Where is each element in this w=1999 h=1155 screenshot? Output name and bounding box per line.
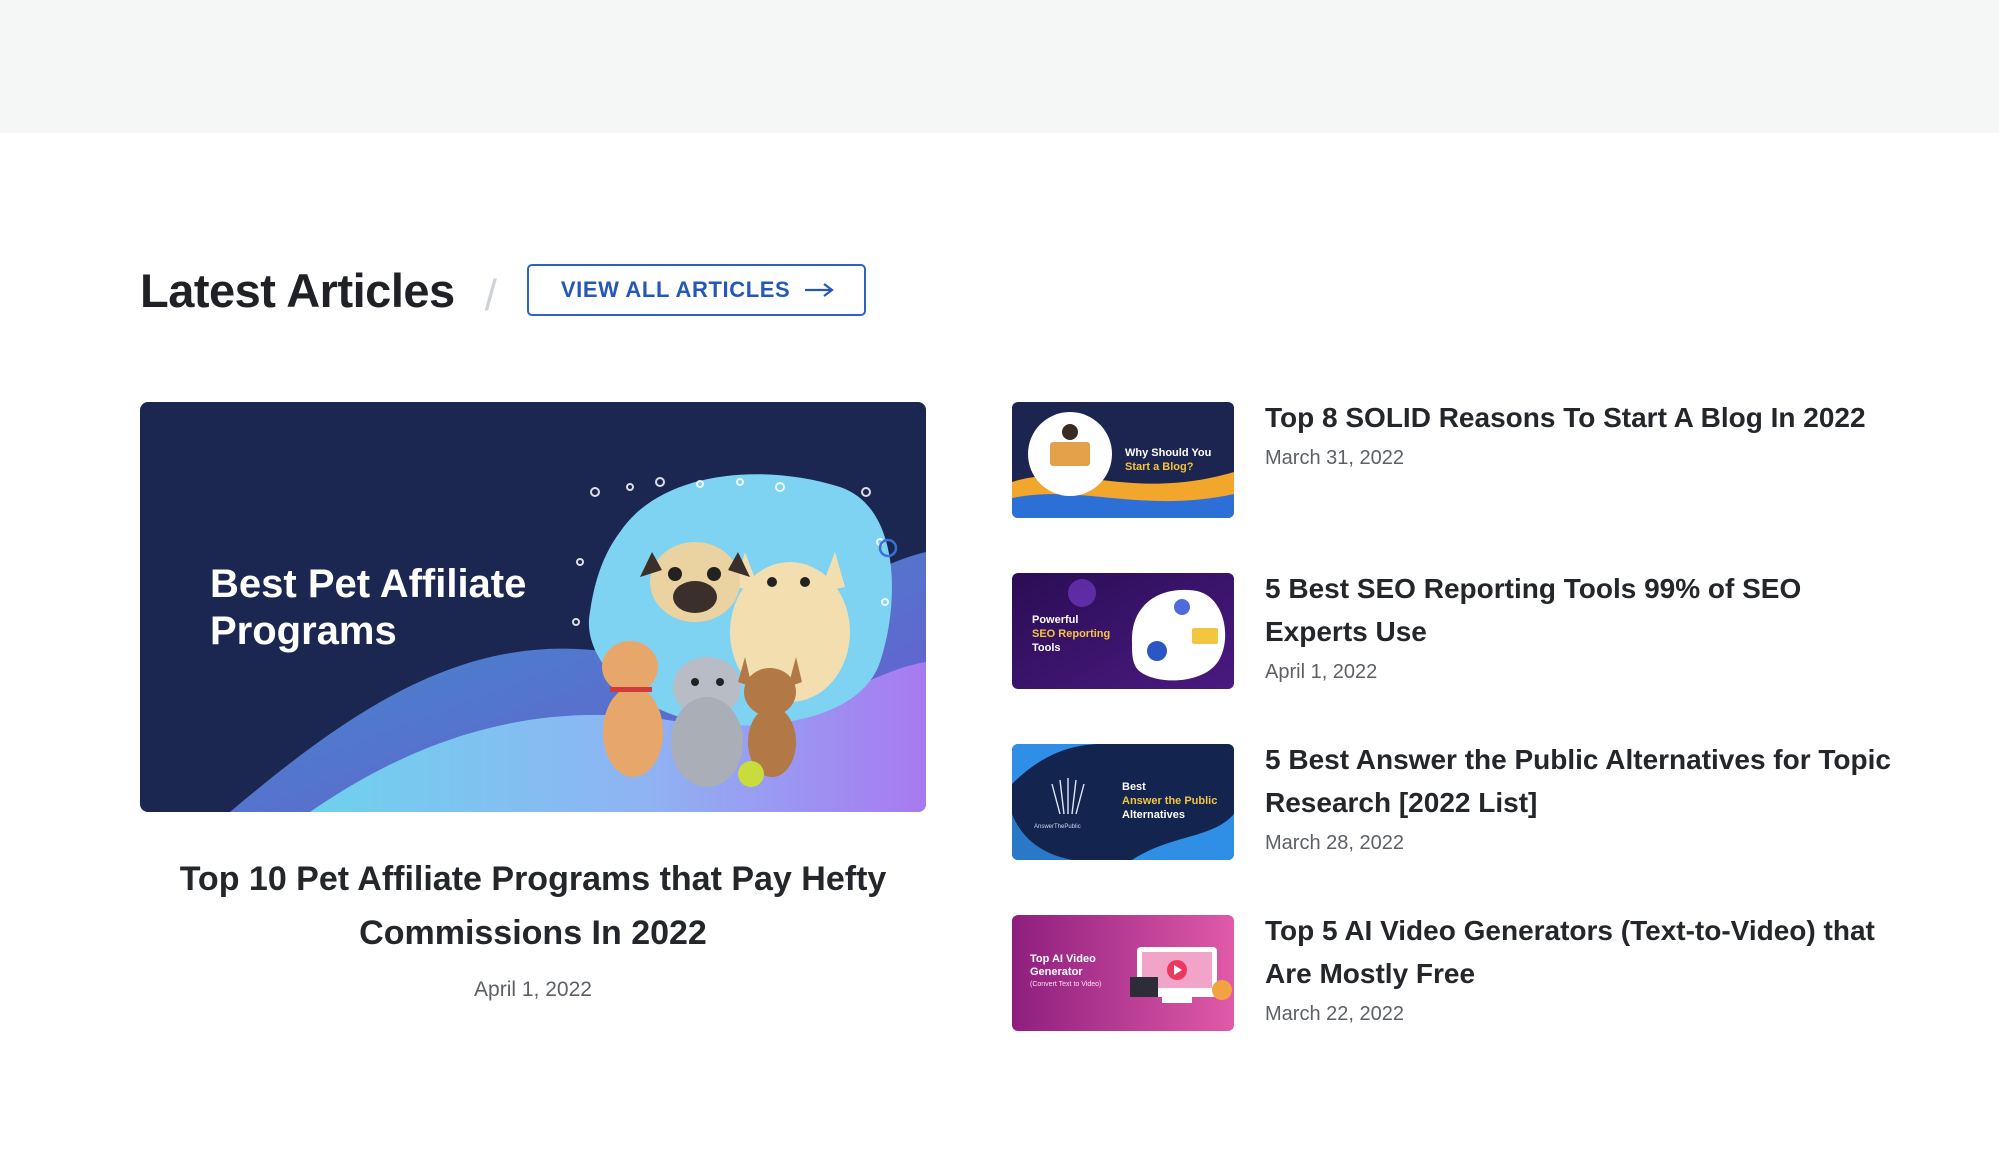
- thumb-text-2a: Powerful: [1032, 614, 1078, 626]
- section-title: Latest Articles: [140, 263, 455, 317]
- article-title[interactable]: Top 8 SOLID Reasons To Start A Blog In 2…: [1265, 396, 1892, 439]
- thumb-text-1a: Why Should You: [1125, 447, 1211, 459]
- article-text: Top 5 AI Video Generators (Text-to-Video…: [1265, 915, 1892, 1026]
- article-text: Top 8 SOLID Reasons To Start A Blog In 2…: [1265, 402, 1892, 470]
- thumb-text-3d: AnswerThePublic: [1034, 824, 1081, 830]
- thumb-text-2c: Tools: [1032, 642, 1061, 654]
- view-all-label: VIEW ALL ARTICLES: [560, 277, 791, 302]
- thumb-text-3a: Best: [1122, 781, 1146, 793]
- featured-article[interactable]: Best Pet Affiliate Programs Top 10 Pet A…: [140, 402, 926, 1002]
- thumb-text-3b: Answer the Public: [1122, 795, 1217, 807]
- featured-article-date: April 1, 2022: [474, 978, 592, 1001]
- article-thumbnail[interactable]: AnswerThePublic Best Answer the Public A…: [1012, 744, 1234, 860]
- section-header: Latest Articles / VIEW ALL ARTICLES: [140, 262, 867, 320]
- top-banner-band: [0, 0, 1999, 133]
- article-thumbnail[interactable]: Why Should You Start a Blog?: [1012, 402, 1234, 518]
- view-all-articles-button[interactable]: VIEW ALL ARTICLES: [526, 264, 867, 316]
- arrow-right-icon: [804, 282, 835, 298]
- list-item[interactable]: AnswerThePublic Best Answer the Public A…: [1012, 744, 1892, 862]
- thumb-text-3c: Alternatives: [1122, 809, 1185, 821]
- article-thumbnail[interactable]: Powerful SEO Reporting Tools: [1012, 573, 1234, 689]
- thumb-text-4b: Generator: [1030, 966, 1083, 978]
- article-date: April 1, 2022: [1265, 661, 1378, 683]
- list-item[interactable]: Powerful SEO Reporting Tools 5 Best SEO …: [1012, 573, 1892, 691]
- article-date: March 28, 2022: [1265, 832, 1404, 854]
- article-thumbnail[interactable]: Top AI Video Generator (Convert Text to …: [1012, 915, 1234, 1031]
- featured-article-image[interactable]: Best Pet Affiliate Programs: [140, 402, 926, 812]
- featured-image-text-line2: Programs: [210, 609, 397, 653]
- featured-article-title[interactable]: Top 10 Pet Affiliate Programs that Pay H…: [150, 852, 916, 960]
- thumb-text-1b: Start a Blog?: [1125, 461, 1194, 473]
- article-text: 5 Best SEO Reporting Tools 99% of SEO Ex…: [1265, 573, 1892, 684]
- list-item[interactable]: Why Should You Start a Blog? Top 8 SOLID…: [1012, 402, 1892, 520]
- article-text: 5 Best Answer the Public Alternatives fo…: [1265, 744, 1892, 855]
- thumb-text-4a: Top AI Video: [1030, 953, 1096, 965]
- article-title[interactable]: Top 5 AI Video Generators (Text-to-Video…: [1265, 909, 1892, 995]
- article-title[interactable]: 5 Best Answer the Public Alternatives fo…: [1265, 738, 1892, 824]
- article-title[interactable]: 5 Best SEO Reporting Tools 99% of SEO Ex…: [1265, 567, 1892, 653]
- title-divider: /: [484, 271, 497, 320]
- featured-image-text-line1: Best Pet Affiliate: [210, 562, 526, 606]
- article-date: March 22, 2022: [1265, 1003, 1404, 1025]
- article-date: March 31, 2022: [1265, 447, 1404, 469]
- thumb-text-4c: (Convert Text to Video): [1030, 981, 1101, 988]
- thumb-text-2b: SEO Reporting: [1032, 628, 1110, 640]
- list-item[interactable]: Top AI Video Generator (Convert Text to …: [1012, 915, 1892, 1033]
